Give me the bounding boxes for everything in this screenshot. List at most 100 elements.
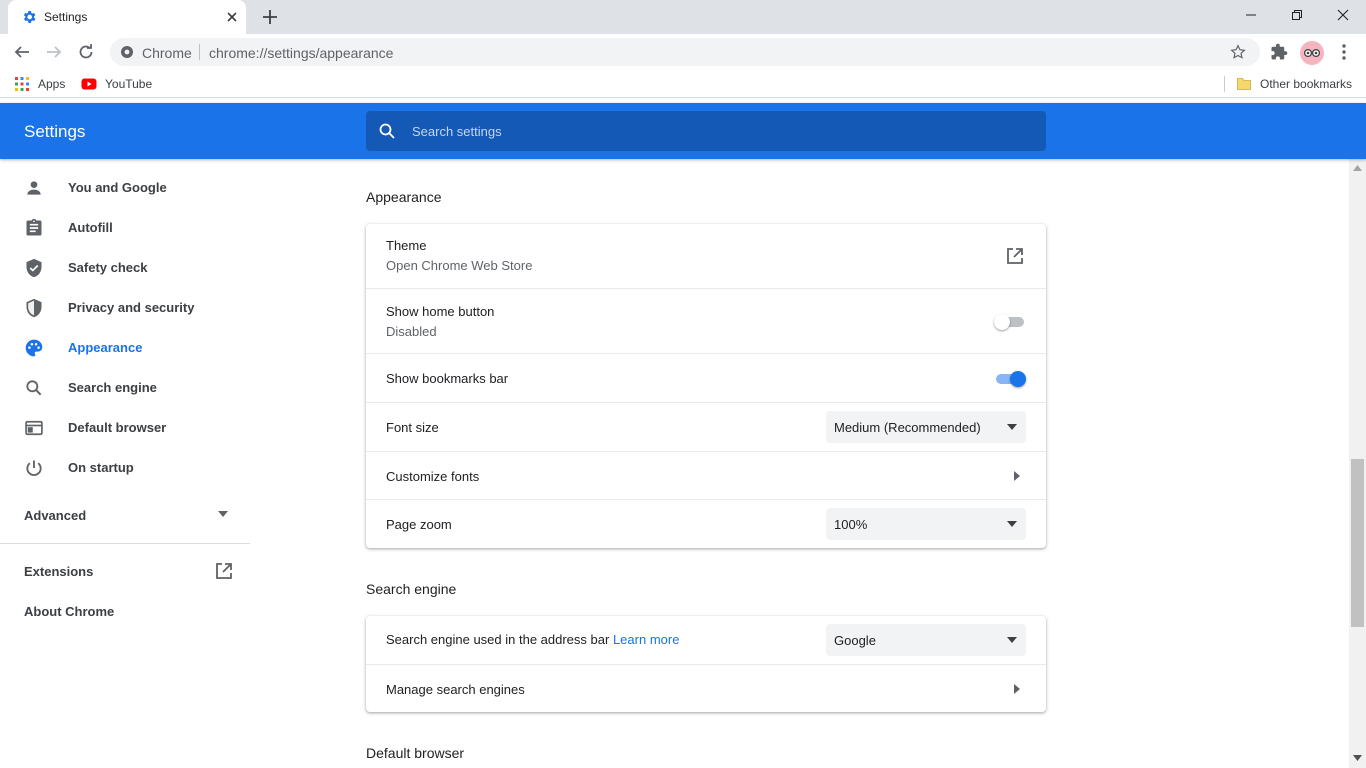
bookmarks-bar-row[interactable]: Show bookmarks bar: [366, 353, 1046, 402]
page-zoom-label: Page zoom: [386, 517, 452, 532]
extensions-label: Extensions: [24, 564, 94, 579]
new-tab-icon[interactable]: [260, 7, 280, 27]
home-button-row[interactable]: Show home button Disabled: [366, 288, 1046, 353]
font-size-value: Medium (Recommended): [834, 420, 981, 435]
bookmark-label: YouTube: [105, 77, 153, 91]
sidebar-item-autofill[interactable]: Autofill: [0, 207, 250, 247]
sidebar-item-privacy-and-security[interactable]: Privacy and security: [0, 287, 250, 327]
theme-label: Theme: [386, 238, 427, 253]
restore-icon: [1292, 10, 1302, 20]
sidebar-item-label: Privacy and security: [68, 300, 195, 315]
other-bookmarks[interactable]: Other bookmarks: [1236, 76, 1352, 92]
sidebar-advanced-toggle[interactable]: Advanced: [0, 495, 250, 535]
settings-header: Settings: [0, 103, 1366, 159]
bookmark-apps[interactable]: Apps: [14, 76, 65, 92]
search-engine-section-title: Search engine: [366, 581, 457, 597]
customize-fonts-row[interactable]: Customize fonts: [366, 451, 1046, 499]
sidebar: You and Google Autofill Safety check Pri…: [0, 159, 250, 768]
search-icon: [379, 123, 395, 139]
bookmarks-bar: Apps YouTube Other bookmarks: [0, 70, 1366, 98]
scroll-up-icon[interactable]: [1353, 165, 1362, 171]
search-engine-text: Search engine used in the address bar: [386, 632, 610, 647]
manage-search-engines-row[interactable]: Manage search engines: [366, 664, 1046, 712]
open-in-new-icon[interactable]: [1006, 247, 1024, 265]
sidebar-item-label: Search engine: [68, 380, 157, 395]
bookmark-label: Other bookmarks: [1260, 77, 1353, 91]
bookmarks-divider: [1224, 76, 1225, 92]
minimize-icon: [1246, 14, 1256, 16]
customize-fonts-label: Customize fonts: [386, 469, 480, 484]
apps-grid-icon: [15, 77, 29, 91]
page-zoom-select[interactable]: 100%: [826, 508, 1026, 540]
search-input[interactable]: [412, 121, 1012, 141]
manage-search-engines-label: Manage search engines: [386, 682, 525, 697]
theme-row[interactable]: Theme Open Chrome Web Store: [366, 224, 1046, 289]
arrow-left-icon: [14, 46, 29, 58]
default-browser-section-title: Default browser: [366, 745, 465, 761]
scrollbar-thumb[interactable]: [1351, 459, 1364, 627]
search-engine-select[interactable]: Google: [826, 624, 1026, 656]
reload-icon: [79, 44, 93, 59]
restore-button[interactable]: [1274, 0, 1320, 30]
page-zoom-value: 100%: [834, 517, 868, 532]
forward-button[interactable]: [42, 40, 66, 64]
home-button-sublabel: Disabled: [386, 324, 437, 339]
url-text[interactable]: chrome://settings/appearance: [209, 45, 393, 61]
site-label: Chrome: [142, 45, 192, 61]
close-icon[interactable]: [224, 9, 240, 25]
home-button-label: Show home button: [386, 304, 495, 319]
glasses-icon: [1303, 48, 1321, 58]
font-size-select[interactable]: Medium (Recommended): [826, 411, 1026, 443]
caret-down-icon: [1007, 424, 1017, 430]
search-box[interactable]: [366, 111, 1046, 151]
gear-icon: [23, 11, 36, 23]
reload-button[interactable]: [74, 40, 98, 64]
appearance-card: Theme Open Chrome Web Store Show home bu…: [366, 224, 1046, 548]
toggle-knob: [994, 314, 1010, 330]
font-size-label: Font size: [386, 420, 439, 435]
palette-icon: [25, 339, 43, 357]
address-bar[interactable]: Chrome chrome://settings/appearance: [110, 38, 1260, 66]
sidebar-item-extensions[interactable]: Extensions: [0, 551, 250, 591]
sidebar-item-label: On startup: [68, 460, 134, 475]
page-scrollbar[interactable]: [1349, 159, 1366, 768]
sidebar-item-label: Autofill: [68, 220, 113, 235]
sidebar-item-safety-check[interactable]: Safety check: [0, 247, 250, 287]
back-button[interactable]: [10, 40, 34, 64]
caret-down-icon: [1007, 521, 1017, 527]
home-button-toggle[interactable]: [994, 314, 1026, 330]
search-icon: [26, 380, 42, 396]
sidebar-item-appearance[interactable]: Appearance: [0, 327, 250, 367]
learn-more-link[interactable]: Learn more: [613, 632, 679, 647]
bookmarks-bar-toggle[interactable]: [994, 371, 1026, 387]
more-vert-icon[interactable]: [1336, 42, 1352, 62]
sidebar-item-search-engine[interactable]: Search engine: [0, 367, 250, 407]
font-size-row: Font size Medium (Recommended): [366, 402, 1046, 451]
sidebar-item-you-and-google[interactable]: You and Google: [0, 167, 250, 207]
sidebar-item-about-chrome[interactable]: About Chrome: [0, 591, 250, 631]
avatar[interactable]: [1300, 41, 1324, 65]
puzzle-icon[interactable]: [1270, 43, 1288, 61]
bookmark-youtube[interactable]: YouTube: [81, 76, 152, 92]
tab-title: Settings: [44, 10, 88, 24]
search-engine-card: Search engine used in the address bar Le…: [366, 616, 1046, 712]
toggle-knob: [1010, 371, 1026, 387]
close-window-button[interactable]: [1320, 0, 1366, 30]
page-zoom-row: Page zoom 100%: [366, 499, 1046, 548]
minimize-button[interactable]: [1228, 0, 1274, 30]
sidebar-item-default-browser[interactable]: Default browser: [0, 407, 250, 447]
sidebar-item-on-startup[interactable]: On startup: [0, 447, 250, 487]
power-icon: [26, 460, 42, 476]
arrow-right-icon: [1014, 684, 1020, 694]
browser-toolbar: Chrome chrome://settings/appearance: [0, 34, 1366, 70]
arrow-right-icon: [1014, 471, 1020, 481]
arrow-right-icon: [47, 46, 62, 58]
scroll-down-icon[interactable]: [1353, 755, 1362, 761]
tab-settings[interactable]: Settings: [8, 0, 246, 34]
caret-down-icon: [218, 511, 228, 517]
appearance-section-title: Appearance: [366, 189, 442, 205]
folder-icon: [1237, 78, 1251, 90]
star-icon[interactable]: [1230, 44, 1246, 60]
sidebar-item-label: Default browser: [68, 420, 167, 435]
sidebar-divider: [0, 543, 250, 544]
